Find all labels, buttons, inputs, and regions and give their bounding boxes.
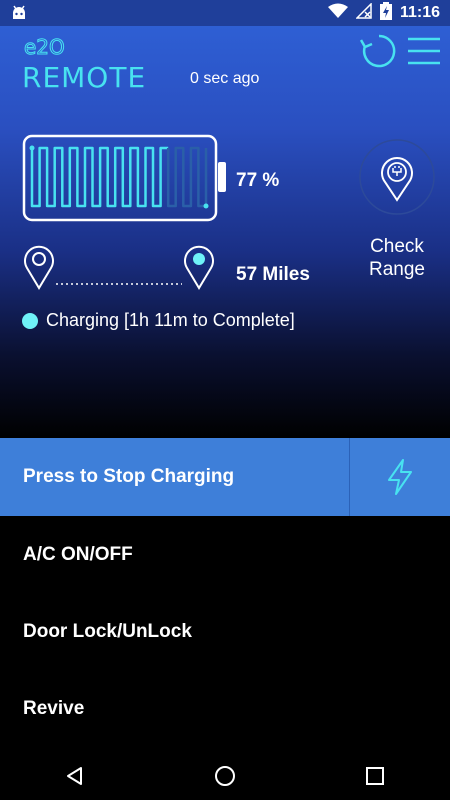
status-time: 11:16	[399, 4, 440, 21]
menu-item-revive[interactable]: Revive	[0, 670, 450, 747]
check-range-button[interactable]: Check Range	[356, 138, 438, 281]
charging-status: Charging [1h 11m to Complete]	[22, 310, 295, 331]
logo-prefix: e2O	[24, 35, 65, 59]
back-nav-icon[interactable]	[45, 752, 105, 800]
refresh-icon[interactable]	[359, 32, 398, 75]
status-bar: 11:16	[0, 0, 450, 26]
range-miles: 57 Miles	[236, 264, 310, 285]
lightning-bolt-icon[interactable]	[350, 438, 450, 516]
range-route-graphic	[22, 244, 222, 295]
menu-item-ac[interactable]: A/C ON/OFF	[0, 516, 450, 593]
hamburger-menu-icon[interactable]	[408, 36, 440, 71]
menu-item-door-lock[interactable]: Door Lock/UnLock	[0, 593, 450, 670]
battery-charging-icon	[379, 1, 392, 25]
check-range-label: Check Range	[369, 236, 425, 280]
charging-status-text: Charging [1h 11m to Complete]	[46, 310, 295, 330]
app-logo-text: REMOTE	[22, 61, 147, 94]
system-nav-bar	[0, 752, 450, 800]
home-nav-icon[interactable]	[195, 752, 255, 800]
wifi-icon	[327, 3, 348, 24]
stop-charging-button[interactable]: Press to Stop Charging	[0, 438, 350, 516]
no-signal-icon	[355, 1, 372, 24]
battery-level-graphic	[22, 134, 232, 229]
charging-location-pin-icon	[358, 139, 436, 220]
last-updated-label: 0 sec ago	[190, 70, 260, 87]
stop-charging-bar: Press to Stop Charging	[0, 438, 450, 516]
android-icon	[10, 4, 28, 27]
charging-indicator-dot	[22, 312, 38, 329]
battery-percent: 77 %	[236, 170, 280, 191]
vehicle-status-panel: e2O REMOTE 0 sec ago 77 % 57 Miles Check…	[0, 26, 450, 438]
recents-nav-icon[interactable]	[345, 752, 405, 800]
